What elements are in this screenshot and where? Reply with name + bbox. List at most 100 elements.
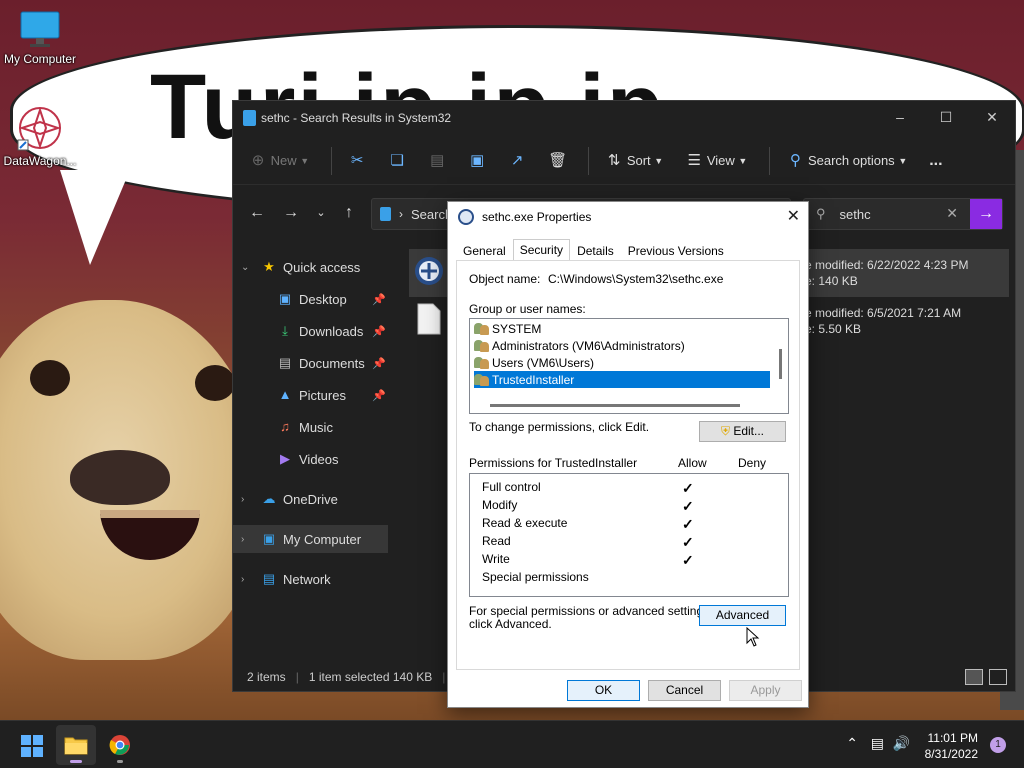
rename-button[interactable]: ▣ <box>468 152 486 170</box>
desktop-icon-label: My Computer <box>3 52 77 66</box>
cut-button[interactable]: ✂ <box>348 152 366 170</box>
share-button[interactable]: ↗ <box>508 152 526 170</box>
shield-icon: ⛨ <box>720 424 730 438</box>
search-input[interactable]: ⚲ sethc ✕ → <box>803 198 1003 230</box>
network-status-icon[interactable]: ▤ <box>871 735 884 752</box>
forward-button[interactable]: → <box>279 203 303 227</box>
desktop-icon: ▣ <box>278 291 292 306</box>
rename-icon: ▣ <box>470 151 485 169</box>
paste-button[interactable]: ▤ <box>428 152 446 170</box>
nav-label: Music <box>299 419 333 435</box>
view-button[interactable]: ☰ View ▼ <box>685 152 747 170</box>
nav-label: OneDrive <box>283 491 338 507</box>
clear-search-icon[interactable]: ✕ <box>946 205 958 222</box>
desktop-icon-datawagon[interactable]: DataWagon... <box>0 104 80 168</box>
apply-button[interactable]: Apply <box>729 680 802 701</box>
up-button[interactable]: ↑ <box>337 203 361 227</box>
minimize-button[interactable]: – <box>877 101 923 133</box>
group-label: Group or user names: <box>469 302 586 316</box>
toolbar-separator <box>769 146 771 175</box>
delete-button[interactable]: 🗑 <box>548 151 568 170</box>
search-options-label: Search options <box>807 153 895 168</box>
advanced-button[interactable]: Advanced <box>699 605 786 626</box>
edit-button-label: Edit... <box>733 424 765 438</box>
sort-icon: ⇅ <box>607 151 621 169</box>
chevron-down-icon: ▼ <box>898 155 908 166</box>
search-value: sethc <box>839 206 871 222</box>
taskbar-chrome[interactable] <box>100 725 140 765</box>
users-icon <box>474 322 490 335</box>
volume-icon[interactable]: 🔊 <box>893 735 910 752</box>
active-indicator <box>70 760 82 763</box>
edit-button[interactable]: ⛨ Edit... <box>699 421 786 442</box>
chevron-up-icon[interactable]: ⌃ <box>846 735 858 752</box>
taskbar-file-explorer[interactable] <box>56 725 96 765</box>
desktop-icon-label: DataWagon... <box>3 154 77 168</box>
cancel-button[interactable]: Cancel <box>648 680 721 701</box>
nav-item-videos[interactable]: ▶ Videos <box>233 445 388 473</box>
monitor-icon: ▣ <box>262 531 276 546</box>
group-item-selected[interactable]: TrustedInstaller <box>474 371 770 388</box>
nav-item-network[interactable]: › ▤ Network <box>233 565 388 593</box>
nav-label: Documents <box>299 355 365 371</box>
nav-item-onedrive[interactable]: › ☁ OneDrive <box>233 485 388 513</box>
tab-general[interactable]: General <box>456 240 513 261</box>
maximize-button[interactable]: ☐ <box>923 101 969 133</box>
group-name: Users (VM6\Users) <box>492 355 595 370</box>
nav-label: Quick access <box>283 259 361 275</box>
nav-item-desktop[interactable]: ▣ Desktop 📌 <box>233 285 388 313</box>
file-modified: e modified: 6/5/2021 7:21 AM <box>805 306 962 320</box>
nav-item-pictures[interactable]: ▲ Pictures 📌 <box>233 381 388 409</box>
search-options-button[interactable]: ⚲ Search options ▼ <box>786 152 907 170</box>
wallpaper-dog-eye <box>195 365 235 401</box>
ok-button[interactable]: OK <box>567 680 640 701</box>
close-button[interactable]: ✕ <box>969 101 1015 133</box>
toolbar-separator <box>588 146 590 175</box>
group-item[interactable]: SYSTEM <box>474 320 770 337</box>
sort-button[interactable]: ⇅ Sort ▼ <box>605 152 663 170</box>
close-icon[interactable]: ✕ <box>787 206 800 226</box>
nav-item-music[interactable]: ♫ Music <box>233 413 388 441</box>
horizontal-scrollbar[interactable] <box>490 404 740 407</box>
nav-item-documents[interactable]: ▤ Documents 📌 <box>233 349 388 377</box>
group-item[interactable]: Administrators (VM6\Administrators) <box>474 337 770 354</box>
permission-name: Write <box>482 552 510 566</box>
desktop-icon-my-computer[interactable]: My Computer <box>0 10 80 66</box>
tab-details[interactable]: Details <box>570 240 621 261</box>
tiles-view-icon[interactable] <box>989 669 1007 685</box>
nav-label: Desktop <box>299 291 347 307</box>
chevron-down-icon: ⌄ <box>241 261 250 273</box>
sort-label: Sort <box>626 153 651 168</box>
details-view-icon[interactable] <box>965 669 983 685</box>
copy-button[interactable]: ❏ <box>388 152 406 170</box>
search-go-button[interactable]: → <box>970 199 1002 229</box>
permission-name: Read & execute <box>482 516 568 530</box>
chevron-right-icon: › <box>241 573 245 585</box>
new-button[interactable]: ⊕ New ▼ <box>249 152 309 170</box>
group-name: Administrators (VM6\Administrators) <box>492 338 685 353</box>
nav-item-my-computer[interactable]: › ▣ My Computer <box>233 525 388 553</box>
start-button[interactable] <box>21 735 43 757</box>
back-button[interactable]: ← <box>245 203 269 227</box>
share-icon: ↗ <box>510 151 524 169</box>
allow-check-icon: ✓ <box>682 552 694 568</box>
explorer-titlebar[interactable]: sethc - Search Results in System32 – ☐ ✕ <box>233 101 1015 135</box>
tab-security[interactable]: Security <box>512 239 571 260</box>
permission-row: Full control ✓ <box>482 480 782 498</box>
advanced-text-line2: click Advanced. <box>469 617 552 631</box>
pin-icon: 📌 <box>372 357 386 370</box>
nav-label: Downloads <box>299 323 364 339</box>
properties-titlebar[interactable]: sethc.exe Properties ✕ <box>448 202 808 232</box>
tab-previous-versions[interactable]: Previous Versions <box>621 240 731 261</box>
users-icon <box>474 356 490 369</box>
more-options-button[interactable]: ... <box>929 152 942 170</box>
nav-item-quick-access[interactable]: ⌄ ★ Quick access <box>233 253 388 281</box>
group-item[interactable]: Users (VM6\Users) <box>474 354 770 371</box>
clock[interactable]: 11:01 PM 8/31/2022 <box>925 730 978 762</box>
recent-locations-button[interactable]: ⌄ <box>309 203 333 227</box>
vertical-scrollbar[interactable] <box>779 349 782 379</box>
star-icon: ★ <box>263 259 275 274</box>
nav-item-downloads[interactable]: ⤓ Downloads 📌 <box>233 317 388 345</box>
trash-icon: 🗑 <box>548 151 568 169</box>
notification-badge[interactable]: 1 <box>990 737 1006 753</box>
